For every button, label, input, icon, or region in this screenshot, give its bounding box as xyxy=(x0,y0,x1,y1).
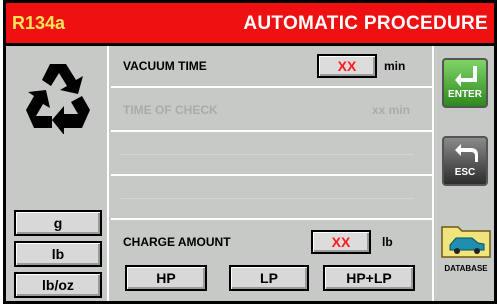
left-panel: g lb lb/oz xyxy=(6,46,109,301)
mode-hp-lp-button[interactable]: HP+LP xyxy=(323,265,415,291)
screen-frame: R134a AUTOMATIC PROCEDURE g lb lb/oz VAC… xyxy=(3,0,497,304)
row-divider xyxy=(121,154,414,155)
time-of-check-value: xx min xyxy=(371,103,410,117)
mode-hp-button[interactable]: HP xyxy=(125,265,207,291)
refrigerant-label: R134a xyxy=(12,13,66,33)
time-of-check-row: TIME OF CHECK xx min xyxy=(111,90,432,132)
charge-amount-label: CHARGE AMOUNT xyxy=(123,235,231,249)
vacuum-time-label: VACUUM TIME xyxy=(123,59,207,73)
recycle-icon xyxy=(20,58,96,135)
esc-label: ESC xyxy=(454,167,476,178)
vacuum-time-value[interactable]: XX xyxy=(317,54,377,78)
header-bar: R134a AUTOMATIC PROCEDURE xyxy=(6,3,494,46)
back-arrow-icon xyxy=(455,144,478,162)
database-label: DATABASE xyxy=(444,264,488,273)
mode-bar: HP LP HP+LP xyxy=(111,259,432,301)
database-button[interactable]: DATABASE xyxy=(438,221,494,273)
mode-lp-button[interactable]: LP xyxy=(229,265,309,291)
vacuum-time-row: VACUUM TIME XX min xyxy=(111,46,432,88)
vacuum-time-unit: min xyxy=(384,59,406,73)
esc-button[interactable]: ESC xyxy=(442,136,488,186)
unit-lb-oz-button[interactable]: lb/oz xyxy=(14,272,102,298)
row-divider xyxy=(121,198,414,199)
empty-row-1 xyxy=(111,134,432,176)
unit-lb-button[interactable]: lb xyxy=(14,241,102,267)
car-folder-icon xyxy=(441,226,491,258)
right-panel: ENTER ESC DATABASE xyxy=(432,46,494,301)
enter-label: ENTER xyxy=(448,89,482,100)
parameter-panel: VACUUM TIME XX min TIME OF CHECK xx min … xyxy=(111,46,432,301)
unit-g-button[interactable]: g xyxy=(14,210,102,236)
charge-amount-value[interactable]: XX xyxy=(311,230,371,254)
charge-amount-row: CHARGE AMOUNT XX lb xyxy=(111,220,432,262)
enter-arrow-icon xyxy=(455,66,477,87)
page-title: AUTOMATIC PROCEDURE xyxy=(243,13,488,34)
enter-button[interactable]: ENTER xyxy=(442,58,488,108)
charge-amount-unit: lb xyxy=(382,235,393,249)
empty-row-2 xyxy=(111,178,432,220)
time-of-check-label: TIME OF CHECK xyxy=(123,103,218,117)
